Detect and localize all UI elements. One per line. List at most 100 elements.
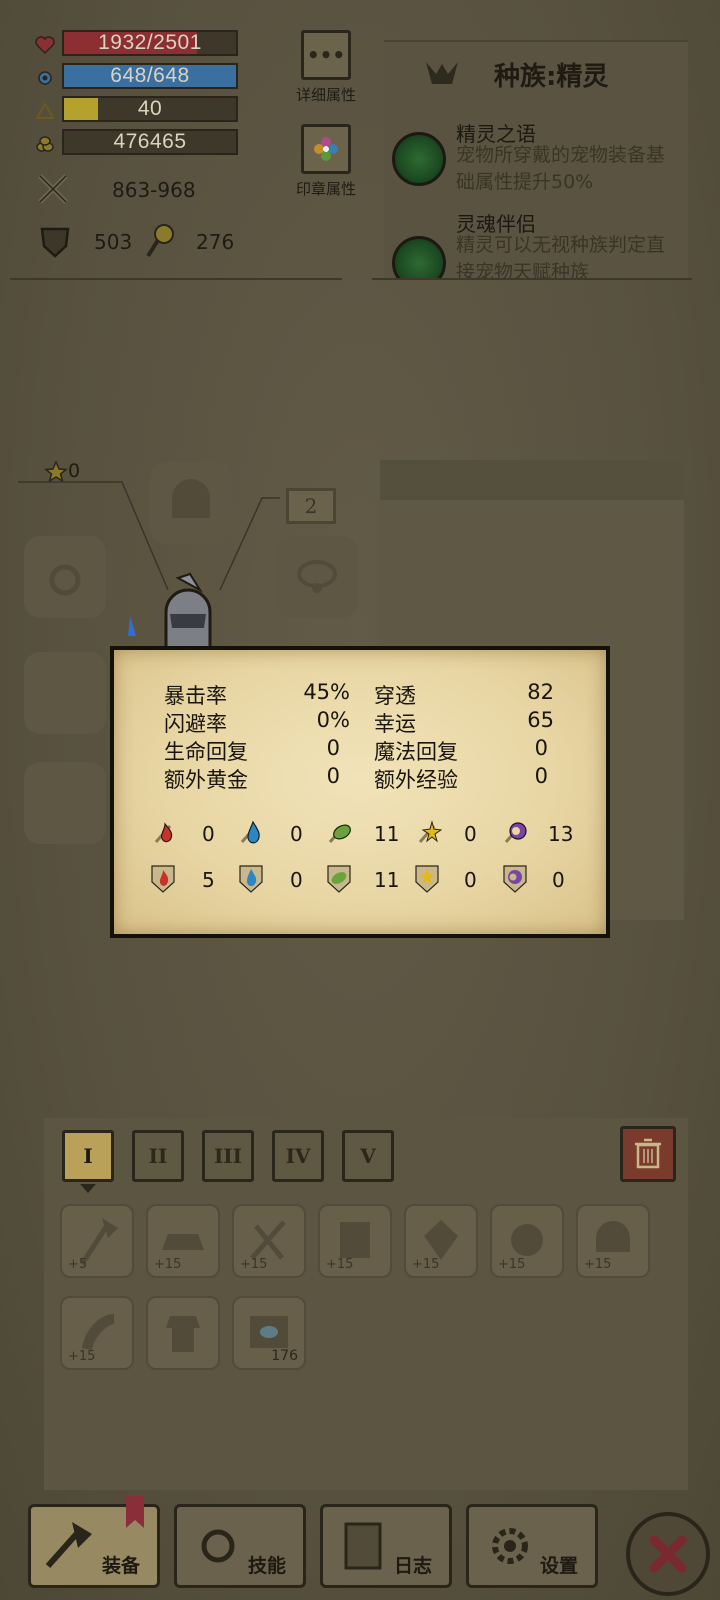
light-attack-icon: [418, 820, 442, 843]
item-level: +15: [240, 1257, 268, 1272]
wind-resist-value: 11: [374, 868, 400, 892]
item-level: +15: [154, 1257, 182, 1272]
magic-orb-staff-icon: [146, 224, 174, 258]
dark-attack-icon: [504, 822, 527, 843]
close-button[interactable]: [626, 1512, 710, 1596]
fire-resist-value: 5: [202, 868, 215, 892]
hero-character: [128, 572, 212, 652]
trash-button[interactable]: [620, 1126, 676, 1182]
hp-bar: 1932/2501: [62, 30, 238, 56]
light-attack-value: 0: [464, 822, 477, 846]
skill-sun-icon: [201, 1529, 235, 1563]
gold-text: 476465: [113, 130, 187, 153]
dodge-rate-value: 0%: [316, 708, 350, 732]
mp-regen-label: 魔法回复: [374, 740, 458, 764]
level-text: 40: [137, 97, 163, 120]
ring-slot[interactable]: [24, 536, 106, 618]
gold-coins-icon: [36, 136, 54, 152]
inventory-item-armor[interactable]: [146, 1296, 220, 1370]
gold-row: 476465: [34, 129, 240, 157]
inventory-item-daggers[interactable]: +15: [232, 1204, 306, 1278]
triangle-level-icon: [35, 101, 55, 119]
inventory-item-gem[interactable]: +15: [404, 1204, 478, 1278]
water-resist-value: 0: [290, 868, 303, 892]
inventory-item-hat[interactable]: +15: [146, 1204, 220, 1278]
luck-value: 65: [527, 708, 554, 732]
inventory-item-helmet[interactable]: +15: [576, 1204, 650, 1278]
extra-exp-label: 额外经验: [374, 768, 458, 792]
trash-icon: [635, 1138, 661, 1169]
nav-log-button[interactable]: 日志: [320, 1504, 452, 1588]
inventory-tab-3[interactable]: III: [202, 1130, 254, 1182]
defense-value: 503: [94, 230, 133, 254]
extra-gold-label: 额外黄金: [164, 768, 248, 792]
inventory-item-shield[interactable]: +15: [490, 1204, 564, 1278]
item-level: +15: [498, 1257, 526, 1272]
gold-bar: 476465: [62, 129, 238, 155]
weapon-slot[interactable]: [24, 652, 106, 734]
mp-regen-value: 0: [534, 736, 548, 760]
nav-log-label: 日志: [393, 1555, 432, 1577]
ring-slot-icon: [49, 564, 81, 596]
trait-desc-1: 宠物所穿戴的宠物装备基础属性提升50%: [456, 144, 666, 193]
dodge-rate-label: 闪避率: [164, 712, 227, 736]
axe-nav-icon: [45, 1522, 92, 1568]
mp-text: 648/648: [110, 64, 190, 87]
water-attack-value: 0: [290, 822, 303, 846]
dark-attack-value: 13: [548, 822, 574, 846]
trait-desc-2: 精灵可以无视种族判定直接宠物天赋种族: [456, 234, 666, 278]
nav-equip-label: 装备: [101, 1555, 140, 1577]
inventory-tab-1[interactable]: I: [62, 1130, 114, 1182]
wind-attack-value: 11: [374, 822, 400, 846]
wind-resist-icon: [327, 865, 351, 893]
light-resist-icon: [415, 865, 439, 893]
nav-settings-button[interactable]: 设置: [466, 1504, 598, 1588]
hp-regen-value: 0: [326, 736, 340, 760]
item-level: +15: [584, 1257, 612, 1272]
hp-text: 1932/2501: [98, 31, 202, 54]
inventory-item-book[interactable]: +15: [318, 1204, 392, 1278]
inventory-item-axe[interactable]: +5: [60, 1204, 134, 1278]
item-level: +5: [68, 1257, 88, 1272]
level-bar: 40: [62, 96, 238, 122]
crit-rate-label: 暴击率: [164, 684, 227, 708]
fire-attack-icon: [154, 822, 173, 843]
nav-skill-button[interactable]: 技能: [174, 1504, 306, 1588]
dots-icon: •••: [301, 30, 351, 80]
inventory-tab-5[interactable]: V: [342, 1130, 394, 1182]
shield-icon: [40, 227, 70, 258]
hp-regen-label: 生命回复: [164, 740, 248, 764]
detail-attributes-button[interactable]: ••• 详细属性: [284, 30, 368, 105]
race-title: 种族:精灵: [494, 62, 609, 92]
necklace-slot[interactable]: [276, 536, 358, 618]
seal-attributes-label: 印章属性: [295, 180, 356, 198]
bookmark-icon: [126, 1496, 144, 1528]
heart-icon: [35, 36, 55, 55]
flower-seal-icon: [301, 124, 351, 174]
inventory-tab-4[interactable]: IV: [272, 1130, 324, 1182]
nav-equip-button[interactable]: 装备: [28, 1496, 160, 1588]
water-attack-icon: [240, 820, 260, 844]
inventory-item-scroll[interactable]: 176: [232, 1296, 306, 1370]
race-panel: 种族:精灵 精灵之语 宠物所穿戴的宠物装备基础属性提升50% 灵魂伴侣 精灵可以…: [384, 40, 688, 278]
inventory-item-horn[interactable]: +15: [60, 1296, 134, 1370]
penetration-value: 82: [527, 680, 554, 704]
helmet-slot[interactable]: [150, 462, 232, 544]
magic-value: 276: [196, 230, 235, 254]
dark-resist-icon: [503, 865, 527, 893]
attribute-tooltip: 暴击率 45% 闪避率 0% 生命回复 0 额外黄金 0 穿透 82 幸运 65…: [110, 646, 610, 938]
soul-mate-trait-icon: [392, 236, 446, 278]
detail-attributes-label: 详细属性: [295, 86, 356, 104]
fire-attack-value: 0: [202, 822, 215, 846]
nav-skill-label: 技能: [247, 1555, 286, 1577]
item-count: 176: [271, 1348, 298, 1364]
inventory-tab-2[interactable]: II: [132, 1130, 184, 1182]
crossed-swords-icon: [38, 174, 68, 204]
elf-language-trait-icon: [392, 132, 446, 186]
light-resist-value: 0: [464, 868, 477, 892]
extra-exp-value: 0: [534, 764, 548, 788]
hp-row: 1932/2501: [34, 30, 240, 58]
fire-resist-icon: [151, 865, 175, 893]
seal-attributes-button[interactable]: 印章属性: [284, 124, 368, 199]
glove-slot[interactable]: [24, 762, 106, 844]
